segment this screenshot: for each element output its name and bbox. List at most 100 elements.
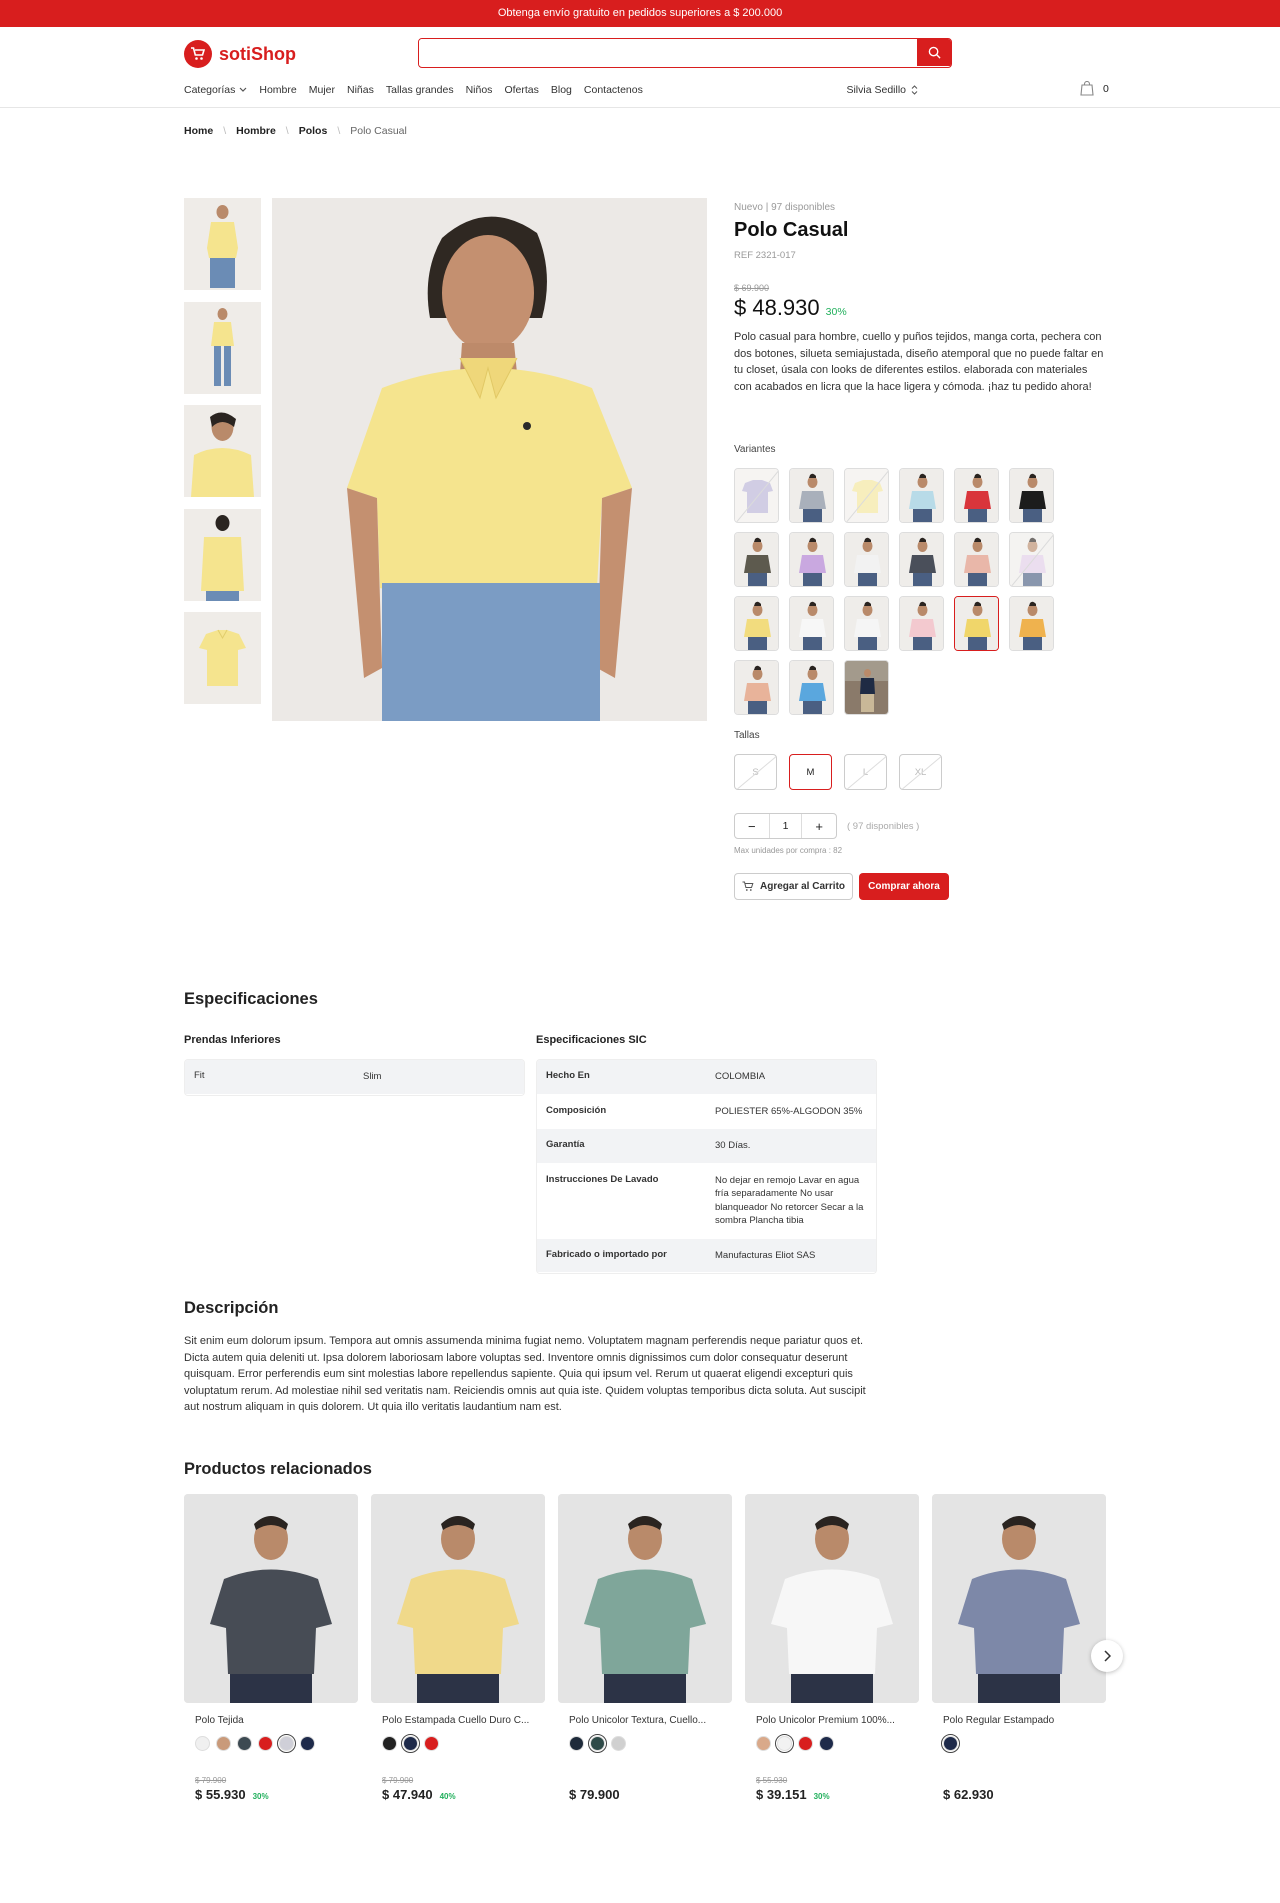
quantity-availability: ( 97 disponibles ) xyxy=(847,820,920,832)
nav-item-ninas[interactable]: Niñas xyxy=(347,84,374,96)
variant-option[interactable] xyxy=(734,596,779,651)
color-swatch[interactable] xyxy=(382,1736,397,1751)
product-thumbnail[interactable] xyxy=(184,405,261,497)
main-product-image[interactable] xyxy=(272,198,707,721)
variant-option[interactable] xyxy=(789,660,834,715)
nav-item-mujer[interactable]: Mujer xyxy=(309,84,335,96)
breadcrumb-polos[interactable]: Polos xyxy=(299,125,328,137)
variant-option[interactable] xyxy=(1009,468,1054,523)
product-card-discount: 30% xyxy=(252,1792,269,1801)
quantity-row: − 1 + ( 97 disponibles ) xyxy=(734,813,919,839)
product-card[interactable]: Polo Regular Estampado $ 62.930 xyxy=(932,1494,1106,1802)
product-card-image[interactable] xyxy=(558,1494,732,1703)
product-card-image[interactable] xyxy=(184,1494,358,1703)
nav-item-hombre[interactable]: Hombre xyxy=(259,84,296,96)
variant-option[interactable] xyxy=(844,660,889,715)
product-card-name[interactable]: Polo Unicolor Premium 100%... xyxy=(745,1715,919,1726)
buy-now-button[interactable]: Comprar ahora xyxy=(859,873,949,900)
size-option-m[interactable]: M xyxy=(789,754,832,790)
product-card-price-row: $ 55.930 30% xyxy=(184,1787,358,1802)
purchase-actions: Agregar al Carrito Comprar ahora xyxy=(734,873,949,900)
breadcrumb-home[interactable]: Home xyxy=(184,125,213,137)
search-input[interactable] xyxy=(419,39,919,66)
nav-item-categorias[interactable]: Categorías xyxy=(184,84,247,96)
specs-title: Especificaciones xyxy=(184,990,318,1008)
product-card-image[interactable] xyxy=(371,1494,545,1703)
nav-item-ofertas[interactable]: Ofertas xyxy=(504,84,538,96)
variant-option[interactable] xyxy=(899,532,944,587)
product-card[interactable]: Polo Estampada Cuello Duro C... $ 79.900 $… xyxy=(371,1494,545,1802)
product-card-price: $ 55.930 xyxy=(195,1787,246,1802)
color-swatch[interactable] xyxy=(277,1734,296,1753)
carousel-next-button[interactable] xyxy=(1091,1640,1123,1672)
product-thumbnail[interactable] xyxy=(184,508,261,601)
breadcrumb-hombre[interactable]: Hombre xyxy=(236,125,276,137)
variant-option[interactable] xyxy=(844,596,889,651)
add-to-cart-button[interactable]: Agregar al Carrito xyxy=(734,873,853,900)
size-option-xl[interactable]: XL xyxy=(899,754,942,790)
product-thumbnail[interactable] xyxy=(184,198,261,290)
size-option-l[interactable]: L xyxy=(844,754,887,790)
color-swatch[interactable] xyxy=(195,1736,210,1751)
cart-button[interactable]: 0 xyxy=(1080,81,1109,96)
product-card-name[interactable]: Polo Estampada Cuello Duro C... xyxy=(371,1715,545,1726)
color-swatch[interactable] xyxy=(216,1736,231,1751)
variant-option[interactable] xyxy=(789,532,834,587)
product-card-name[interactable]: Polo Tejida xyxy=(184,1715,358,1726)
nav-item-ninos[interactable]: Niños xyxy=(466,84,493,96)
search-button[interactable] xyxy=(917,39,951,66)
color-swatch[interactable] xyxy=(819,1736,834,1751)
product-card[interactable]: Polo Tejida $ 79.900 $ 55.930 30% xyxy=(184,1494,358,1802)
product-thumbnail[interactable] xyxy=(184,301,261,394)
variant-option[interactable] xyxy=(954,532,999,587)
product-card-image[interactable] xyxy=(745,1494,919,1703)
color-swatch[interactable] xyxy=(424,1736,439,1751)
quantity-value[interactable]: 1 xyxy=(768,814,803,838)
color-swatch[interactable] xyxy=(569,1736,584,1751)
color-swatch[interactable] xyxy=(798,1736,813,1751)
color-swatch[interactable] xyxy=(611,1736,626,1751)
product-card-old-price: $ 55.930 xyxy=(756,1776,788,1785)
variant-option[interactable] xyxy=(1009,532,1054,587)
variant-option[interactable] xyxy=(899,468,944,523)
nav-item-contactenos[interactable]: Contactenos xyxy=(584,84,643,96)
variant-option[interactable] xyxy=(734,532,779,587)
quantity-decrease-button[interactable]: − xyxy=(735,814,769,838)
variant-option[interactable] xyxy=(844,468,889,523)
variant-option[interactable] xyxy=(954,596,999,651)
size-option-s[interactable]: S xyxy=(734,754,777,790)
color-swatch[interactable] xyxy=(756,1736,771,1751)
quantity-increase-button[interactable]: + xyxy=(802,814,836,838)
variant-option[interactable] xyxy=(789,468,834,523)
color-swatch[interactable] xyxy=(775,1734,794,1753)
color-swatch[interactable] xyxy=(300,1736,315,1751)
variant-option[interactable] xyxy=(844,532,889,587)
color-swatch[interactable] xyxy=(588,1734,607,1753)
product-card-image[interactable] xyxy=(932,1494,1106,1703)
variant-option[interactable] xyxy=(734,660,779,715)
color-swatch[interactable] xyxy=(401,1734,420,1753)
product-card-name[interactable]: Polo Regular Estampado xyxy=(932,1715,1106,1726)
logo[interactable]: sotiShop xyxy=(184,40,296,68)
user-menu[interactable]: Silvia Sedillo xyxy=(846,84,918,96)
variant-option[interactable] xyxy=(954,468,999,523)
product-card-name[interactable]: Polo Unicolor Textura, Cuello... xyxy=(558,1715,732,1726)
nav-item-blog[interactable]: Blog xyxy=(551,84,572,96)
variant-option[interactable] xyxy=(899,596,944,651)
color-swatch[interactable] xyxy=(258,1736,273,1751)
nav-item-tallas-grandes[interactable]: Tallas grandes xyxy=(386,84,454,96)
spec-key: Garantía xyxy=(546,1139,585,1150)
product-card-price: $ 79.900 xyxy=(569,1787,620,1802)
chevron-updown-icon xyxy=(911,85,918,95)
color-swatch[interactable] xyxy=(941,1734,960,1753)
variant-option[interactable] xyxy=(1009,596,1054,651)
product-thumbnail[interactable] xyxy=(184,612,261,704)
product-card[interactable]: Polo Unicolor Premium 100%... $ 55.930 $ 3… xyxy=(745,1494,919,1802)
variant-option[interactable] xyxy=(734,468,779,523)
color-swatch[interactable] xyxy=(237,1736,252,1751)
variant-option[interactable] xyxy=(789,596,834,651)
variant-grid xyxy=(734,468,1064,715)
product-card[interactable]: Polo Unicolor Textura, Cuello... $ 79.900 xyxy=(558,1494,732,1802)
spec-value: COLOMBIA xyxy=(715,1071,766,1082)
product-card-price-row: $ 62.930 xyxy=(932,1787,1106,1802)
